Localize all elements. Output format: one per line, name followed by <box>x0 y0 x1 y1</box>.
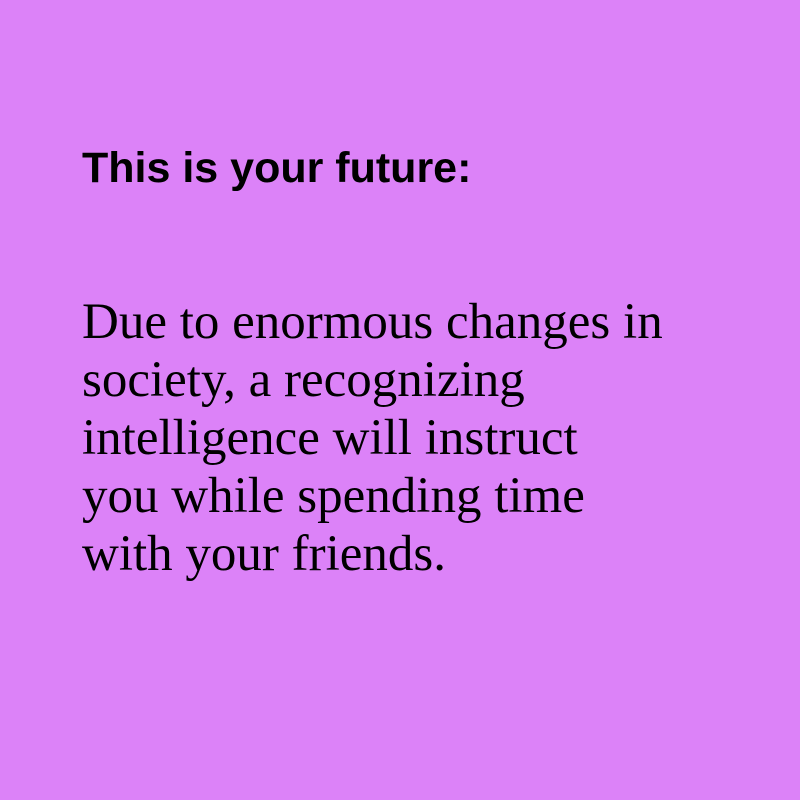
body-line: society, a recognizing <box>82 352 525 408</box>
body-line: Due to enormous changes in <box>82 294 663 350</box>
body-line: intelligence will instruct <box>82 410 578 466</box>
body-line: you while spending time <box>82 468 585 524</box>
body-line: with your friends. <box>82 526 447 582</box>
heading: This is your future: <box>82 144 472 192</box>
body-paragraph: Due to enormous changes in society, a re… <box>82 293 762 583</box>
